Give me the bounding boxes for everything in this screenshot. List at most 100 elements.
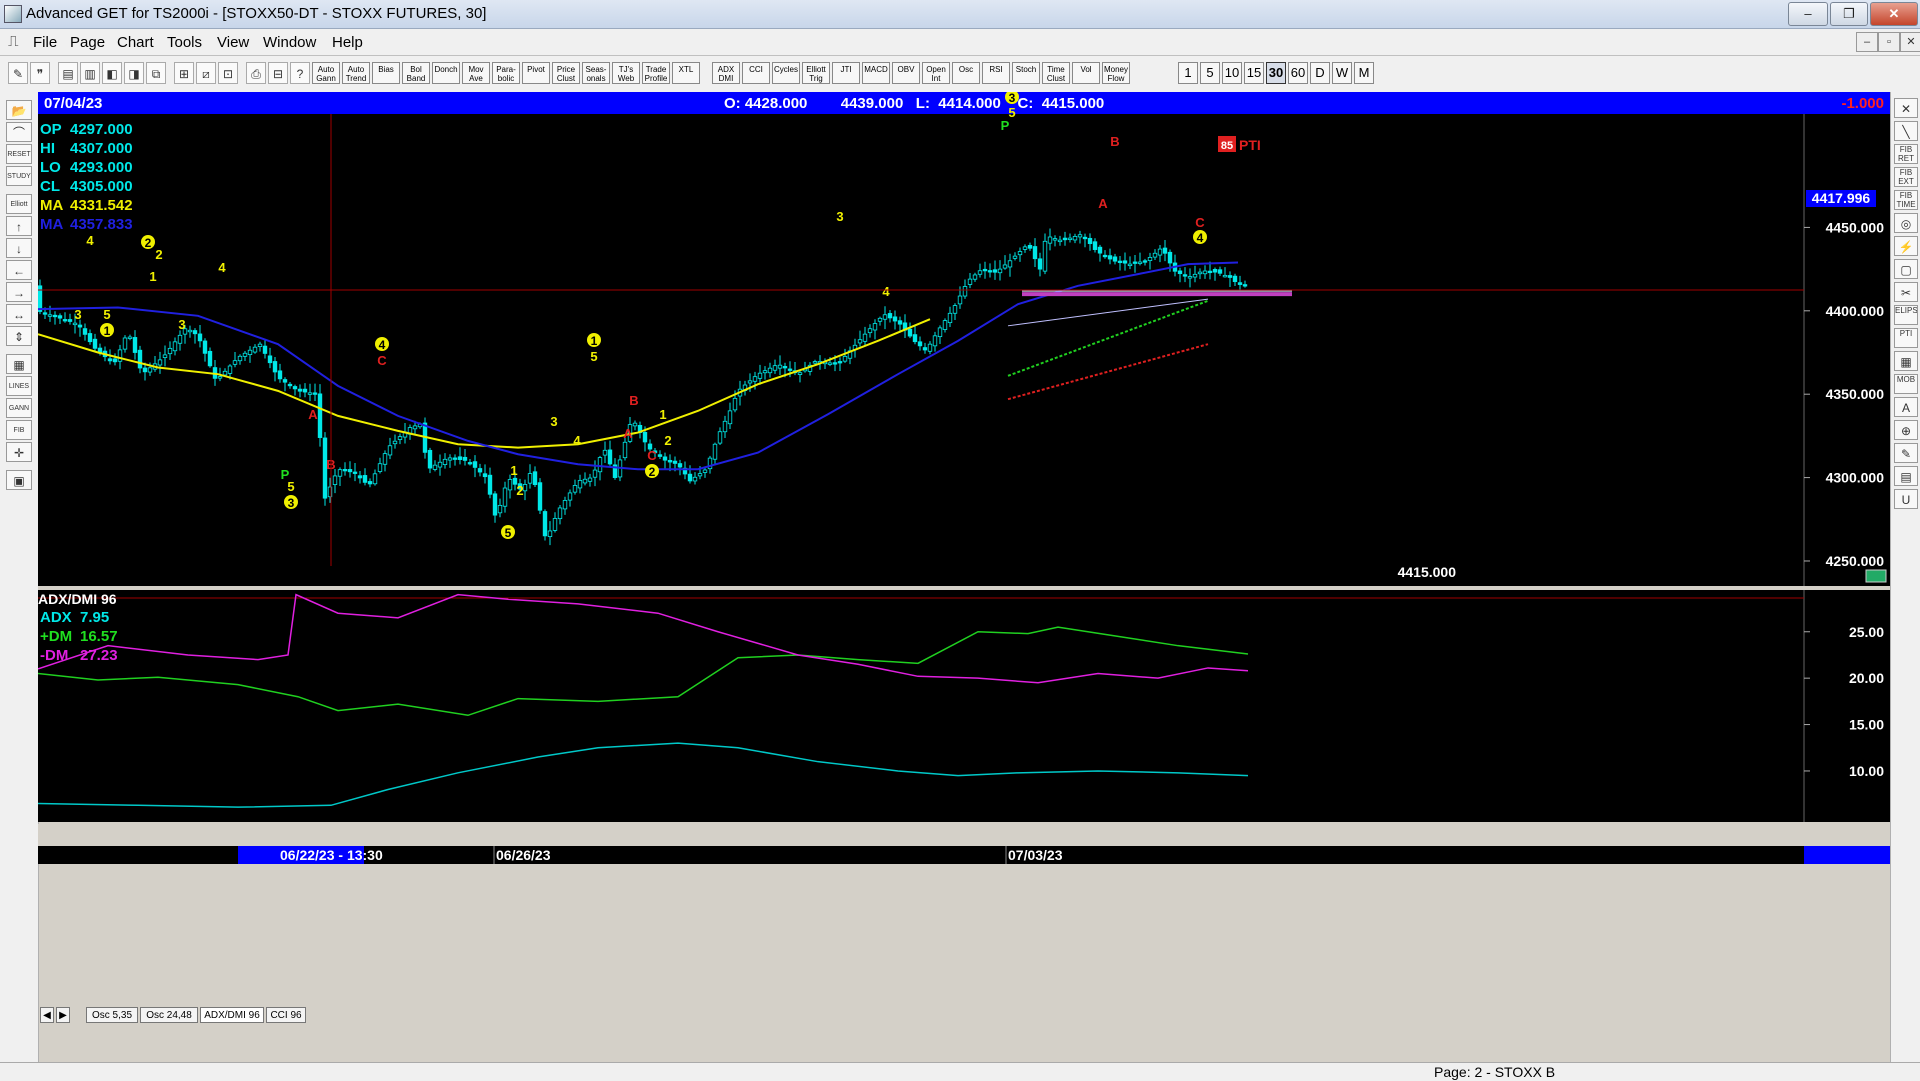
- toolbar-icon-button[interactable]: ◧: [102, 62, 122, 84]
- study-button[interactable]: Vol: [1072, 62, 1100, 84]
- left-tool-button[interactable]: ✛: [6, 442, 32, 462]
- right-tool-button[interactable]: ▦: [1894, 351, 1918, 371]
- toolbar-icon-button[interactable]: ❞: [30, 62, 50, 84]
- right-tool-button[interactable]: ⚡: [1894, 236, 1918, 256]
- toolbar-icon-button[interactable]: ⧄: [196, 62, 216, 84]
- study-button[interactable]: Auto Trend: [342, 62, 370, 84]
- tab-adx-dmi-96[interactable]: ADX/DMI 96: [200, 1007, 264, 1023]
- study-button[interactable]: Osc: [952, 62, 980, 84]
- mdi-close-button[interactable]: ✕: [1900, 32, 1920, 52]
- timeframe-button[interactable]: D: [1310, 62, 1330, 84]
- tab-scroll-left[interactable]: ◀: [40, 1007, 54, 1023]
- left-tool-button[interactable]: ⇕: [6, 326, 32, 346]
- timeframe-button[interactable]: 15: [1244, 62, 1264, 84]
- toolbar-icon-button[interactable]: ⧉: [146, 62, 166, 84]
- left-tool-button[interactable]: ←: [6, 260, 32, 280]
- study-button[interactable]: Auto Gann: [312, 62, 340, 84]
- restore-button[interactable]: ❐: [1830, 2, 1868, 26]
- timeframe-button[interactable]: 30: [1266, 62, 1286, 84]
- menu-file[interactable]: File: [33, 34, 57, 51]
- tab-scroll-right[interactable]: ▶: [56, 1007, 70, 1023]
- menu-tools[interactable]: Tools: [167, 34, 202, 51]
- left-tool-button[interactable]: ⌒: [6, 122, 32, 142]
- study-button[interactable]: RSI: [982, 62, 1010, 84]
- study-button[interactable]: Pivot: [522, 62, 550, 84]
- toolbar-icon-button[interactable]: ◨: [124, 62, 144, 84]
- study-button[interactable]: XTL: [672, 62, 700, 84]
- right-tool-button[interactable]: ╲: [1894, 121, 1918, 141]
- menu-page[interactable]: Page: [70, 34, 105, 51]
- study-button[interactable]: Bol Band: [402, 62, 430, 84]
- right-tool-button[interactable]: FIB EXT: [1894, 167, 1918, 187]
- study-button[interactable]: TJ's Web: [612, 62, 640, 84]
- study-button[interactable]: Time Clust: [1042, 62, 1070, 84]
- right-tool-button[interactable]: ✎: [1894, 443, 1918, 463]
- timeframe-button[interactable]: 1: [1178, 62, 1198, 84]
- right-tool-button[interactable]: ⊕: [1894, 420, 1918, 440]
- study-button[interactable]: Price Clust: [552, 62, 580, 84]
- toolbar-icon-button[interactable]: ⊞: [174, 62, 194, 84]
- toolbar-icon-button[interactable]: ⊡: [218, 62, 238, 84]
- tab-osc-5-35[interactable]: Osc 5,35: [86, 1007, 138, 1023]
- timeframe-button[interactable]: 60: [1288, 62, 1308, 84]
- study-button[interactable]: MACD: [862, 62, 890, 84]
- study-button[interactable]: Open Int: [922, 62, 950, 84]
- study-button[interactable]: Cycles: [772, 62, 800, 84]
- left-tool-button[interactable]: →: [6, 282, 32, 302]
- left-tool-button[interactable]: ▦: [6, 354, 32, 374]
- adx-panel[interactable]: [38, 590, 1890, 822]
- timeframe-button[interactable]: 10: [1222, 62, 1242, 84]
- menu-view[interactable]: View: [217, 34, 249, 51]
- left-tool-button[interactable]: ↓: [6, 238, 32, 258]
- menu-window[interactable]: Window: [263, 34, 316, 51]
- right-tool-button[interactable]: PTI: [1894, 328, 1918, 348]
- menu-help[interactable]: Help: [332, 34, 363, 51]
- panel-splitter[interactable]: [38, 586, 1890, 590]
- left-tool-button[interactable]: ▣: [6, 470, 32, 490]
- left-tool-button[interactable]: ↔: [6, 304, 32, 324]
- timeframe-button[interactable]: W: [1332, 62, 1352, 84]
- toolbar-icon-button[interactable]: ✎: [8, 62, 28, 84]
- toolbar-icon-button[interactable]: ▤: [58, 62, 78, 84]
- right-tool-button[interactable]: ✕: [1894, 98, 1918, 118]
- left-tool-button[interactable]: Elliott: [6, 194, 32, 214]
- toolbar-icon-button[interactable]: ⎙: [246, 62, 266, 84]
- price-panel[interactable]: [38, 114, 1890, 586]
- right-tool-button[interactable]: MOB: [1894, 374, 1918, 394]
- minimize-button[interactable]: ‒: [1788, 2, 1828, 26]
- menu-chart[interactable]: Chart: [117, 34, 154, 51]
- study-button[interactable]: Money Flow: [1102, 62, 1130, 84]
- study-button[interactable]: Mov Ave: [462, 62, 490, 84]
- left-tool-button[interactable]: STUDY: [6, 166, 32, 186]
- study-button[interactable]: CCI: [742, 62, 770, 84]
- right-tool-button[interactable]: ▤: [1894, 466, 1918, 486]
- close-button[interactable]: ✕: [1870, 2, 1918, 26]
- study-button[interactable]: Elliott Trig: [802, 62, 830, 84]
- right-tool-button[interactable]: FIB TIME: [1894, 190, 1918, 210]
- study-button[interactable]: ADX DMI: [712, 62, 740, 84]
- left-tool-button[interactable]: ↑: [6, 216, 32, 236]
- left-tool-button[interactable]: LINES: [6, 376, 32, 396]
- right-tool-button[interactable]: ELIPS: [1894, 305, 1918, 325]
- right-tool-button[interactable]: ◎: [1894, 213, 1918, 233]
- study-button[interactable]: OBV: [892, 62, 920, 84]
- panel-corner-icon[interactable]: [1865, 569, 1887, 583]
- study-button[interactable]: Trade Profile: [642, 62, 670, 84]
- tab-cci-96[interactable]: CCI 96: [266, 1007, 306, 1023]
- study-button[interactable]: Bias: [372, 62, 400, 84]
- timeframe-button[interactable]: 5: [1200, 62, 1220, 84]
- left-tool-button[interactable]: GANN: [6, 398, 32, 418]
- study-button[interactable]: Stoch: [1012, 62, 1040, 84]
- chart-area[interactable]: 07/04/23 O: 4428.000 4439.000 L: 4414.00…: [38, 92, 1890, 1062]
- toolbar-icon-button[interactable]: ▥: [80, 62, 100, 84]
- mdi-restore-button[interactable]: ▫: [1878, 32, 1900, 52]
- right-tool-button[interactable]: U: [1894, 489, 1918, 509]
- right-tool-button[interactable]: ▢: [1894, 259, 1918, 279]
- toolbar-icon-button[interactable]: ?: [290, 62, 310, 84]
- study-button[interactable]: Seas-onals: [582, 62, 610, 84]
- right-tool-button[interactable]: A: [1894, 397, 1918, 417]
- toolbar-icon-button[interactable]: ⊟: [268, 62, 288, 84]
- timeframe-button[interactable]: M: [1354, 62, 1374, 84]
- right-tool-button[interactable]: FIB RET: [1894, 144, 1918, 164]
- right-tool-button[interactable]: ✂: [1894, 282, 1918, 302]
